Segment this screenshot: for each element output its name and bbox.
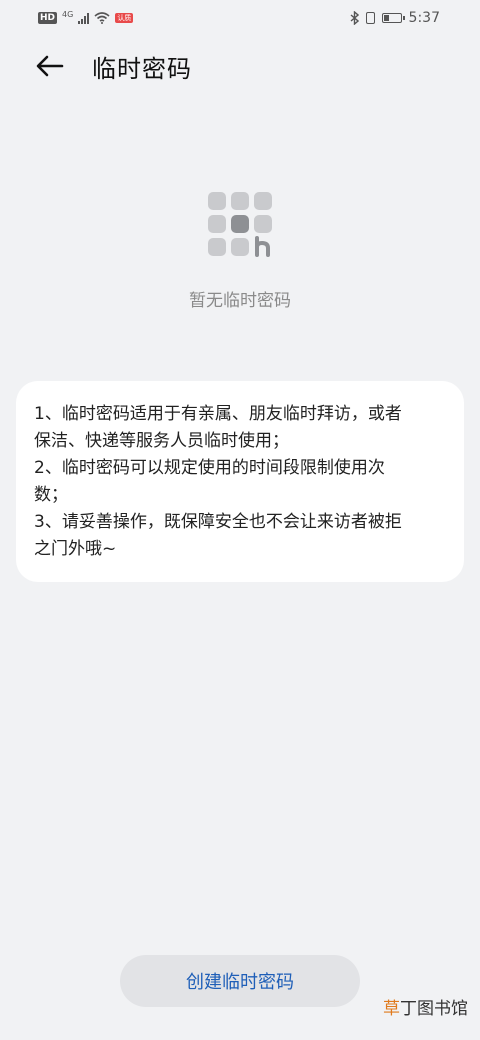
signal-icon (78, 12, 90, 24)
info-line: 数； (34, 485, 68, 505)
vibrate-icon (365, 12, 375, 24)
watermark-text: 丁图书馆 (400, 999, 468, 1019)
info-line: 之门外哦~ (34, 539, 117, 559)
info-line: 3、请妥善操作，既保障安全也不会让来访者被拒 (34, 512, 402, 532)
status-left: HD 4G 认质 (38, 9, 134, 27)
network-type: 4G (62, 9, 74, 19)
info-card: 1、临时密码适用于有亲属、朋友临时拜访，或者 保洁、快递等服务人员临时使用； 2… (16, 381, 464, 582)
watermark: 草丁图书馆 (383, 994, 468, 1019)
info-line: 1、临时密码适用于有亲属、朋友临时拜访，或者 (34, 404, 402, 424)
battery-icon (381, 13, 405, 23)
status-right: 5:37 (350, 9, 440, 27)
create-temp-password-button[interactable]: 创建临时密码 (120, 955, 360, 1007)
title-bar: 临时密码 (0, 36, 480, 96)
carrier-badge: 认质 (115, 13, 134, 23)
hd-badge: HD (38, 12, 58, 24)
back-button[interactable] (30, 46, 70, 86)
page-title: 临时密码 (92, 55, 192, 83)
bluetooth-icon (350, 11, 359, 25)
arrow-left-icon (36, 55, 64, 77)
info-line: 2、临时密码可以规定使用的时间段限制使用次 (34, 458, 385, 478)
empty-state-text: 暂无临时密码 (189, 291, 291, 311)
status-bar: HD 4G 认质 5:37 (0, 0, 480, 36)
keypad-icon (208, 192, 272, 257)
clock: 5:37 (408, 10, 440, 26)
wifi-icon (94, 12, 110, 24)
watermark-accent: 草 (383, 999, 400, 1019)
info-line: 保洁、快递等服务人员临时使用； (34, 431, 289, 451)
